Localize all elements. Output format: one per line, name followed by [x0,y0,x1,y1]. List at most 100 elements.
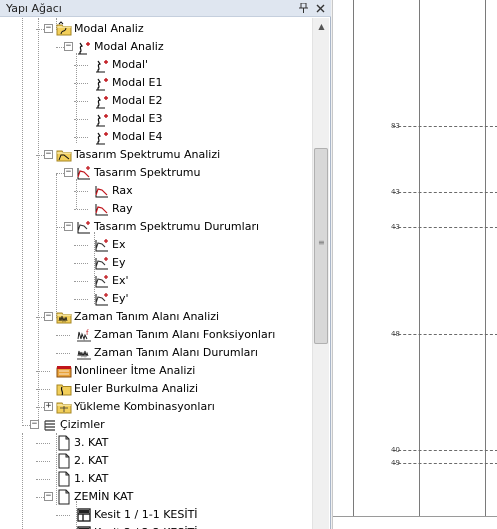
section-icon [76,525,92,529]
tree-item-label: ZEMİN KAT [74,490,134,503]
tree-item-label: 1. KAT [74,472,109,485]
buckling-icon [56,381,72,397]
close-icon[interactable] [313,0,327,16]
tree-item-label: Modal' [112,58,149,71]
collapse-icon[interactable]: − [64,222,73,231]
tree-item[interactable]: Rax [0,182,312,200]
tree-item[interactable]: Modal E2 [0,92,312,110]
tree-item[interactable]: Nonlineer İtme Analizi [0,362,312,380]
tree-item-label: Tasarım Spektrumu Analizi [74,148,221,161]
axis-line [393,334,497,335]
tree-connector [74,299,88,300]
tree-item[interactable]: Modal' [0,56,312,74]
tree-item[interactable]: 2. KAT [0,452,312,470]
tree-item[interactable]: − Tasarım Spektrumu Durumları [0,218,312,236]
axis-line [393,192,497,193]
tree-item[interactable]: − Tasarım Spektrumu [0,164,312,182]
drawing-canvas[interactable]: 83 43 43 48 40 49 [332,0,497,529]
tree-item[interactable]: − Modal Analiz [0,20,312,38]
scrollbar-thumb[interactable]: ≡ [314,148,328,344]
axis-line [393,126,497,127]
page-icon [56,453,72,469]
tree-item-label: Modal E3 [112,112,163,125]
axis-label: 43 [391,188,400,196]
panel-titlebar[interactable]: Yapı Ağacı [0,0,331,17]
tree-connector [74,137,88,138]
pushover-icon [56,363,72,379]
tree-item-label: Ray [112,202,133,215]
tree-item-label: Tasarım Spektrumu [94,166,201,179]
pin-icon[interactable] [296,0,310,16]
tree-scrollbar[interactable]: ▲ ≡ [312,18,329,529]
page-icon [56,471,72,487]
axis-line [393,463,497,464]
collapse-icon[interactable]: − [64,42,73,51]
folder-spectrum-icon [56,147,72,163]
section-icon [76,507,92,523]
tree-item[interactable]: Ex' [0,272,312,290]
tree-connector [74,263,88,264]
spectrum-case-icon [94,291,110,307]
tree-connector [56,515,70,516]
tree-item[interactable]: Modal E4 [0,128,312,146]
expand-icon[interactable]: + [44,402,53,411]
tree-item-label: Ex [112,238,126,251]
collapse-icon[interactable]: − [44,24,53,33]
collapse-icon[interactable]: − [64,168,73,177]
axis-line [393,450,497,451]
tree-item[interactable]: Kesit 2 / 2-2 KESİTİ [0,524,312,529]
grid-line-vertical [419,0,420,516]
tree-item[interactable]: Modal E1 [0,74,312,92]
tree-item[interactable]: − Çizimler [0,416,312,434]
structure-tree[interactable]: − Modal Analiz − Modal Analiz Modal' Modal E1… [0,18,312,529]
tree-item-label: Tasarım Spektrumu Durumları [94,220,260,233]
tree-item[interactable]: − Tasarım Spektrumu Analizi [0,146,312,164]
collapse-icon[interactable]: − [44,312,53,321]
modal-icon [94,111,110,127]
tree-item-label: Modal E4 [112,130,163,143]
tree-item[interactable]: Ey' [0,290,312,308]
modal-icon [94,129,110,145]
spectrum-case-icon [76,219,92,235]
collapse-icon[interactable]: − [44,150,53,159]
tree-item[interactable]: − ZEMİN KAT [0,488,312,506]
tree-item[interactable]: Zaman Tanım Alanı Durumları [0,344,312,362]
scrollbar-grip-icon: ≡ [318,238,325,247]
panel-title: Yapı Ağacı [6,2,62,15]
tree-item-label: Zaman Tanım Alanı Durumları [94,346,258,359]
tree-item[interactable]: − Modal Analiz [0,38,312,56]
scroll-up-icon[interactable]: ▲ [313,18,330,35]
spectrum-curve-icon [94,201,110,217]
tree-connector [74,101,88,102]
tree-item[interactable]: Kesit 1 / 1-1 KESİTİ [0,506,312,524]
tree-item[interactable]: Modal E3 [0,110,312,128]
tree-item[interactable]: − Zaman Tanım Alanı Analizi [0,308,312,326]
tree-item-label: Zaman Tanım Alanı Fonksiyonları [94,328,276,341]
tree-connector [36,371,50,372]
tree-item-label: Modal E1 [112,76,163,89]
tree-item-label: Çizimler [60,418,105,431]
modal-icon [94,93,110,109]
tree-item[interactable]: Ey [0,254,312,272]
tree-item[interactable]: + Yükleme Kombinasyonları [0,398,312,416]
tree-connector [36,461,50,462]
timehistory-case-icon [76,345,92,361]
tree-item[interactable]: 1. KAT [0,470,312,488]
tree-connector [74,245,88,246]
collapse-icon[interactable]: − [44,492,53,501]
grid-line-horizontal [333,516,497,517]
axis-label: 83 [391,122,400,130]
tree-item[interactable]: f Zaman Tanım Alanı Fonksiyonları [0,326,312,344]
tree-item[interactable]: Ex [0,236,312,254]
grid-line-vertical [485,0,486,516]
tree-item[interactable]: 3. KAT [0,434,312,452]
tree-item[interactable]: Ray [0,200,312,218]
folder-modal-icon [56,21,72,37]
tree-connector [74,65,88,66]
tree-item[interactable]: Euler Burkulma Analizi [0,380,312,398]
structure-tree-panel: Yapı Ağacı − Modal Analiz − Modal Analiz Mod… [0,0,331,529]
tree-connector [36,443,50,444]
spectrum-curve-icon [94,183,110,199]
collapse-icon[interactable]: − [30,420,39,429]
tree-item-label: Modal Analiz [74,22,144,35]
